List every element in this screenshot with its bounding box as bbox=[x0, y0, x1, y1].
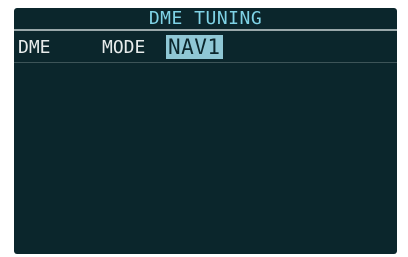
dme-mode-row: DME MODE NAV1 bbox=[14, 35, 397, 61]
row-divider bbox=[14, 62, 397, 63]
title-bar: DME TUNING bbox=[14, 8, 397, 31]
dme-tuning-window: DME TUNING DME MODE NAV1 bbox=[14, 8, 397, 254]
dme-mode-selector[interactable]: NAV1 bbox=[166, 35, 223, 59]
mode-label: MODE bbox=[102, 37, 146, 58]
window-title: DME TUNING bbox=[148, 8, 263, 29]
dme-label: DME bbox=[18, 37, 51, 58]
